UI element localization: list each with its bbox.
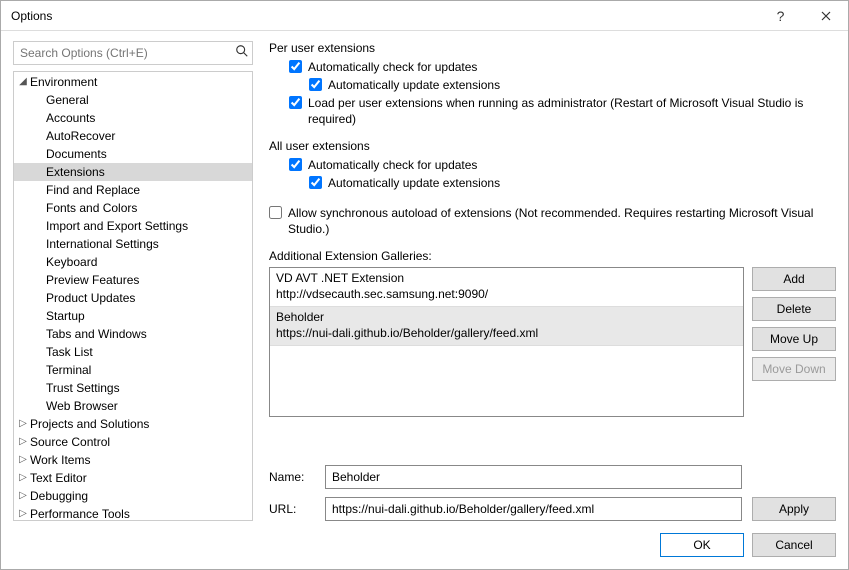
tree-item[interactable]: ▷Accounts xyxy=(14,109,252,127)
name-label: Name: xyxy=(269,470,315,484)
search-input[interactable] xyxy=(13,41,253,65)
peruser-load-admin[interactable] xyxy=(289,96,302,109)
tree-item[interactable]: ▷Work Items xyxy=(14,451,252,469)
close-icon[interactable] xyxy=(803,1,848,30)
tree-item[interactable]: ▷Performance Tools xyxy=(14,505,252,521)
tree-item[interactable]: ▷Terminal xyxy=(14,361,252,379)
options-dialog: Options ? ◢Environment▷General▷Accounts▷… xyxy=(0,0,849,570)
tree-item[interactable]: ▷Startup xyxy=(14,307,252,325)
move-down-button[interactable]: Move Down xyxy=(752,357,836,381)
peruser-auto-update[interactable] xyxy=(309,78,322,91)
tree-item[interactable]: ▷Fonts and Colors xyxy=(14,199,252,217)
tree-item[interactable]: ▷Web Browser xyxy=(14,397,252,415)
galleries-list[interactable]: VD AVT .NET Extensionhttp://vdsecauth.se… xyxy=(269,267,744,417)
tree-item[interactable]: ▷Projects and Solutions xyxy=(14,415,252,433)
gallery-item[interactable]: Beholderhttps://nui-dali.github.io/Behol… xyxy=(270,307,743,346)
titlebar: Options ? xyxy=(1,1,848,31)
tree-item[interactable]: ▷Import and Export Settings xyxy=(14,217,252,235)
url-label: URL: xyxy=(269,502,315,516)
tree-item[interactable]: ▷Source Control xyxy=(14,433,252,451)
tree-item[interactable]: ▷Documents xyxy=(14,145,252,163)
tree-item[interactable]: ▷Debugging xyxy=(14,487,252,505)
tree-item[interactable]: ▷Trust Settings xyxy=(14,379,252,397)
delete-button[interactable]: Delete xyxy=(752,297,836,321)
dialog-footer: OK Cancel xyxy=(13,521,836,557)
right-panel: Per user extensions Automatically check … xyxy=(269,41,836,521)
tree-item[interactable]: ▷Keyboard xyxy=(14,253,252,271)
url-input[interactable] xyxy=(325,497,742,521)
tree-item[interactable]: ▷Product Updates xyxy=(14,289,252,307)
help-icon[interactable]: ? xyxy=(758,1,803,30)
tree-item[interactable]: ▷International Settings xyxy=(14,235,252,253)
apply-button[interactable]: Apply xyxy=(752,497,836,521)
tree-item[interactable]: ▷Find and Replace xyxy=(14,181,252,199)
left-panel: ◢Environment▷General▷Accounts▷AutoRecove… xyxy=(13,41,253,521)
tree-item[interactable]: ▷General xyxy=(14,91,252,109)
tree-item[interactable]: ▷Tabs and Windows xyxy=(14,325,252,343)
ok-button[interactable]: OK xyxy=(660,533,744,557)
tree-item[interactable]: ◢Environment xyxy=(14,73,252,91)
alluser-check-updates[interactable] xyxy=(289,158,302,171)
allow-sync-autoload[interactable] xyxy=(269,206,282,219)
tree-item[interactable]: ▷Text Editor xyxy=(14,469,252,487)
name-input[interactable] xyxy=(325,465,742,489)
per-user-label: Per user extensions xyxy=(269,41,836,55)
alluser-auto-update[interactable] xyxy=(309,176,322,189)
tree-item[interactable]: ▷AutoRecover xyxy=(14,127,252,145)
tree-item[interactable]: ▷Task List xyxy=(14,343,252,361)
all-user-label: All user extensions xyxy=(269,139,836,153)
move-up-button[interactable]: Move Up xyxy=(752,327,836,351)
tree-item[interactable]: ▷Extensions xyxy=(14,163,252,181)
galleries-label: Additional Extension Galleries: xyxy=(269,249,836,263)
add-button[interactable]: Add xyxy=(752,267,836,291)
gallery-item[interactable]: VD AVT .NET Extensionhttp://vdsecauth.se… xyxy=(270,268,743,307)
cancel-button[interactable]: Cancel xyxy=(752,533,836,557)
window-title: Options xyxy=(11,9,758,23)
options-tree[interactable]: ◢Environment▷General▷Accounts▷AutoRecove… xyxy=(13,71,253,521)
tree-item[interactable]: ▷Preview Features xyxy=(14,271,252,289)
peruser-check-updates[interactable] xyxy=(289,60,302,73)
